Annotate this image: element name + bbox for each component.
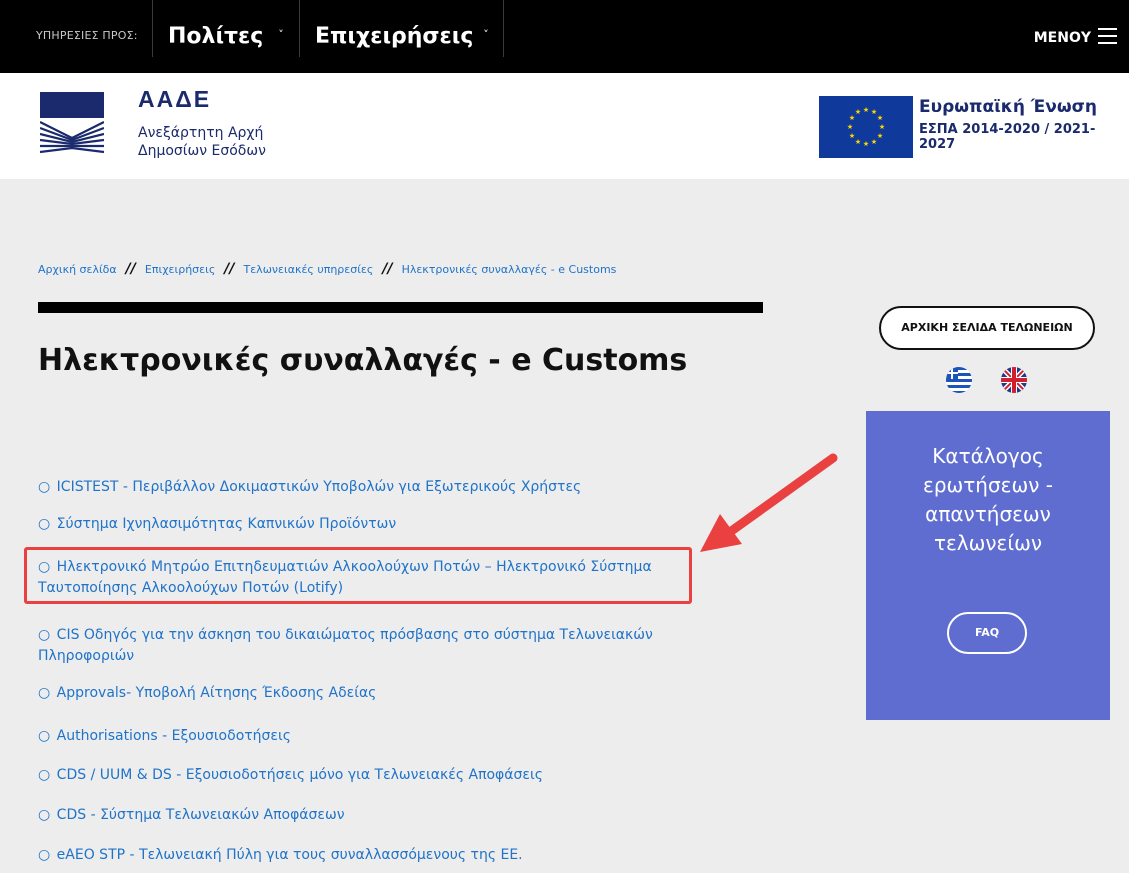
chevron-down-icon[interactable]: ˅ [276,29,286,40]
link-text[interactable]: CDS - Σύστημα Τελωνειακών Αποφάσεων [57,807,345,823]
svg-text:★: ★ [855,138,861,146]
link-text[interactable]: Σύστημα Ιχνηλασιμότητας Καπνικών Προϊόντ… [57,516,397,532]
hamburger-icon[interactable] [1098,28,1117,45]
faq-title-line: Κατάλογος [932,444,1044,468]
brand-subtitle-line2: Δημοσίων Εσόδων [138,143,266,159]
list-item[interactable]: ○ CDS / UUM & DS - Εξουσιοδοτήσεις μόνο … [38,765,543,786]
nav-divider [152,0,153,57]
chevron-down-icon[interactable]: ˅ [481,29,491,40]
link-text[interactable]: ICISTEST - Περιβάλλον Δοκιμαστικών Υποβο… [57,479,582,495]
eu-title: Ευρωπαϊκή Ένωση [919,97,1097,117]
list-item[interactable]: ○ CIS Οδηγός για την άσκηση του δικαιώμα… [38,625,653,667]
arrow-annotation-icon [700,453,838,552]
faq-title-line: τελωνείων [933,531,1043,555]
faq-title-line: ερωτήσεων - [923,473,1053,497]
site-header: ΑΑΔΕ Ανεξάρτητη Αρχή Δημοσίων Εσόδων ★ ★… [0,73,1129,179]
bullet-icon: ○ [38,685,51,701]
faq-title-line: απαντήσεων [925,502,1051,526]
svg-text:★: ★ [871,138,877,146]
list-item[interactable]: ○ Σύστημα Ιχνηλασιμότητας Καπνικών Προϊό… [38,514,396,535]
list-item[interactable]: ○ Approvals- Υποβολή Αίτησης Έκδοσης Αδε… [38,683,376,704]
brand-subtitle-line1: Ανεξάρτητη Αρχή [138,125,264,141]
breadcrumb-customs-services[interactable]: Τελωνειακές υπηρεσίες [244,263,374,276]
breadcrumb-businesses[interactable]: Επιχειρήσεις [145,263,215,276]
faq-title: Κατάλογος ερωτήσεων - απαντήσεων τελωνεί… [866,442,1110,558]
link-text[interactable]: eAEO STP - Τελωνειακή Πύλη για τους συνα… [57,847,523,863]
highlight-box [24,547,692,604]
page-title: Ηλεκτρονικές συναλλαγές - e Customs [38,343,688,378]
svg-text:★: ★ [877,132,883,140]
brand-name[interactable]: ΑΑΔΕ [138,86,211,113]
nav-divider [299,0,300,57]
breadcrumb-current[interactable]: Ηλεκτρονικές συναλλαγές - e Customs [402,263,617,276]
svg-text:★: ★ [877,114,883,122]
bullet-icon: ○ [38,847,51,863]
list-item[interactable]: ○ CDS - Σύστημα Τελωνειακών Αποφάσεων [38,805,345,826]
link-text[interactable]: Authorisations - Εξουσιοδοτήσεις [57,728,291,744]
svg-text:★: ★ [849,132,855,140]
svg-text:★: ★ [855,108,861,116]
uk-flag-icon[interactable] [1001,367,1027,393]
bullet-icon: ○ [38,627,51,643]
list-item[interactable]: ○ eAEO STP - Τελωνειακή Πύλη για τους συ… [38,845,523,866]
link-text-line2[interactable]: Πληροφοριών [38,648,134,664]
svg-text:★: ★ [879,123,885,131]
faq-panel: Κατάλογος ερωτήσεων - απαντήσεων τελωνεί… [866,411,1110,720]
title-divider [38,302,763,313]
link-text[interactable]: CIS Οδηγός για την άσκηση του δικαιώματο… [57,627,653,643]
list-item[interactable]: ○ Authorisations - Εξουσιοδοτήσεις [38,726,291,747]
svg-text:★: ★ [863,140,869,148]
svg-text:★: ★ [863,106,869,114]
espa-subtitle: ΕΣΠΑ 2014-2020 / 2021-2027 [919,122,1096,152]
aade-logo-icon[interactable] [40,92,104,154]
eu-flag-icon[interactable]: ★ ★ ★ ★ ★ ★ ★ ★ ★ ★ ★ ★ [819,96,913,158]
faq-button[interactable]: FAQ [947,612,1027,654]
bullet-icon: ○ [38,516,51,532]
breadcrumb-separator: // [224,261,235,277]
bullet-icon: ○ [38,479,51,495]
breadcrumb-separator: // [382,261,393,277]
link-text[interactable]: CDS / UUM & DS - Εξουσιοδοτήσεις μόνο γι… [57,767,543,783]
link-text[interactable]: Approvals- Υποβολή Αίτησης Έκδοσης Αδεία… [57,685,377,701]
breadcrumb-home[interactable]: Αρχική σελίδα [38,263,117,276]
breadcrumb-separator: // [125,261,136,277]
greek-flag-icon[interactable] [946,367,972,393]
bullet-icon: ○ [38,807,51,823]
nav-divider [503,0,504,57]
nav-businesses[interactable]: Επιχειρήσεις [315,22,473,52]
menu-button[interactable]: ΜΕΝΟΥ [1034,27,1091,49]
bullet-icon: ○ [38,767,51,783]
bullet-icon: ○ [38,728,51,744]
list-item[interactable]: ○ ICISTEST - Περιβάλλον Δοκιμαστικών Υπο… [38,477,581,498]
customs-home-button[interactable]: ΑΡΧΙΚΗ ΣΕΛΙΔΑ ΤΕΛΩΝΕΙΩΝ [879,306,1095,350]
nav-citizens[interactable]: Πολίτες [168,22,263,52]
svg-text:★: ★ [847,123,853,131]
breadcrumb: Αρχική σελίδα // Επιχειρήσεις // Τελωνειακές… [38,259,616,279]
services-label: ΥΠΗΡΕΣΙΕΣ ΠΡΟΣ: [36,29,138,42]
top-navigation-bar: ΥΠΗΡΕΣΙΕΣ ΠΡΟΣ: Πολίτες ˅ Επιχειρήσεις ˅… [0,0,1129,73]
